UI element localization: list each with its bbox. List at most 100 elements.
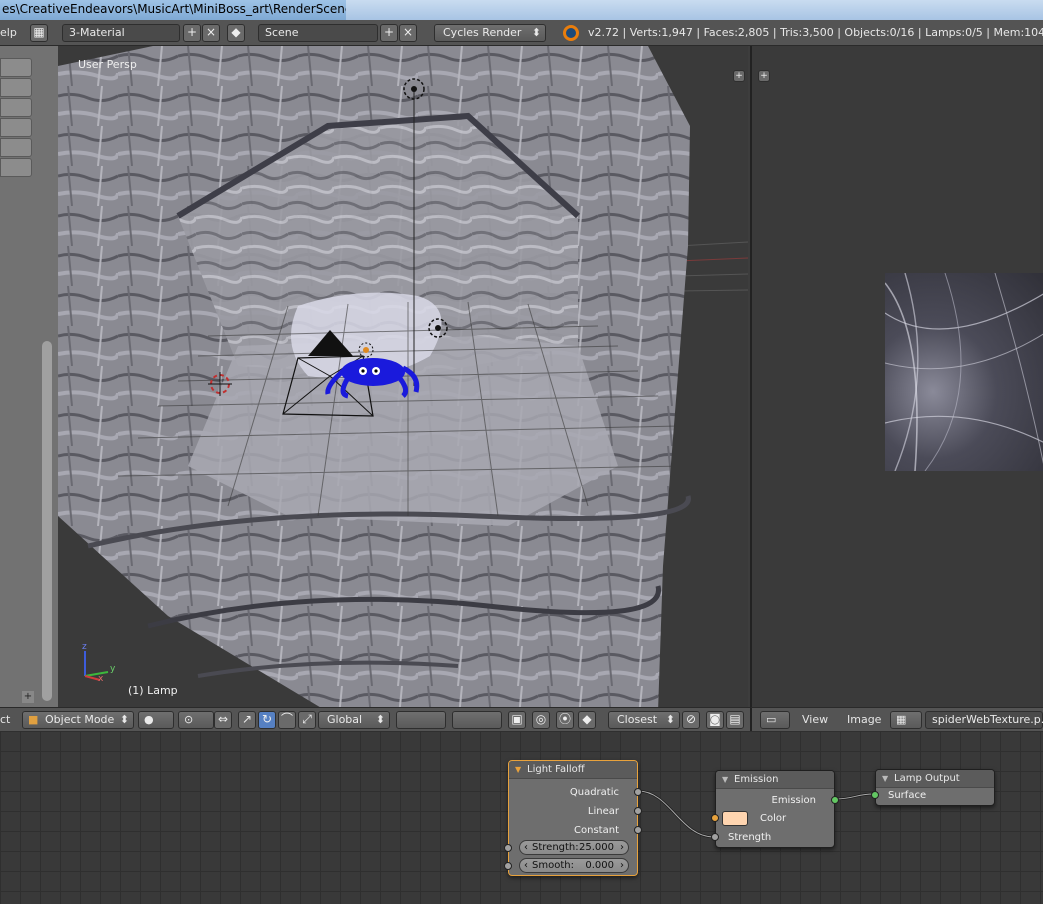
emission-color-swatch[interactable] [722, 811, 748, 826]
window-title: es\CreativeEndeavors\MusicArt\MiniBoss_a… [2, 2, 395, 16]
strength-label: Strength: [532, 842, 579, 853]
editor-type-dropdown[interactable]: ▭ [760, 711, 790, 729]
toolshelf-tab-3[interactable] [0, 98, 32, 117]
snap-element-icon[interactable]: ◆ [578, 711, 596, 729]
image-editor-type-icon: ▭ [766, 713, 777, 726]
orientation-label: Global [327, 713, 363, 726]
image-editor[interactable]: + [750, 46, 1043, 712]
constant-socket[interactable] [634, 826, 642, 834]
manipulator-toggle-icon[interactable]: ⇔ [214, 711, 232, 729]
proportional-edit-icon[interactable]: ◎ [532, 711, 550, 729]
smooth-input-socket[interactable] [504, 862, 512, 870]
remove-screen-icon[interactable]: × [202, 24, 220, 42]
viewport-scene [58, 46, 748, 712]
pivot-dropdown[interactable]: ⊙ [178, 711, 214, 729]
toolshelf-tab-2[interactable] [0, 78, 32, 97]
image-menu[interactable]: Image [847, 713, 881, 726]
image-browse-icon: ▦ [896, 713, 907, 726]
scene-icon[interactable]: ◆ [227, 24, 245, 42]
emission-collapse-icon[interactable]: ▼ [722, 771, 728, 789]
tool-shelf[interactable]: + [0, 46, 58, 712]
surface-input-label: Surface [888, 790, 927, 801]
emission-output-socket[interactable] [831, 796, 839, 804]
render-camera-icon[interactable]: ◙ [706, 711, 724, 729]
snap-align-icon[interactable]: ⊘ [682, 711, 700, 729]
smooth-right-arrow-icon[interactable]: › [620, 859, 624, 872]
smooth-left-arrow-icon[interactable]: ‹ [524, 859, 528, 872]
shading-dropdown[interactable]: ● [138, 711, 174, 729]
strength-slider[interactable]: ‹ Strength: 25.000 › [519, 840, 629, 855]
shading-sphere-icon: ● [144, 713, 154, 726]
output-constant-label: Constant [574, 825, 619, 836]
strength-input-socket[interactable] [504, 844, 512, 852]
emission-node[interactable]: ▼ Emission Emission Color Strength [711, 770, 839, 848]
scale-manipulator-icon[interactable]: ⤢ [298, 711, 316, 729]
help-menu[interactable]: elp [0, 26, 17, 39]
view-menu[interactable]: View [802, 713, 828, 726]
rotate-manipulator-icon[interactable]: ↻ [258, 711, 276, 729]
spider-web-texture-image [885, 273, 1043, 471]
view-perspective-label: User Persp [78, 58, 137, 71]
strength-value: 25.000 [579, 842, 614, 853]
light-falloff-node[interactable]: ▼ Light Falloff Quadratic Linear Constan… [504, 760, 642, 876]
slider-left-arrow-icon[interactable]: ‹ [524, 841, 528, 854]
area-split-icon[interactable]: + [733, 70, 745, 82]
emission-header[interactable]: ▼ Emission [716, 771, 834, 789]
layer-buttons-1[interactable] [396, 711, 446, 729]
collapse-triangle-icon[interactable]: ▼ [515, 761, 521, 779]
snap-target-dropdown[interactable]: Closest ⬍ [608, 711, 680, 729]
mode-dropdown[interactable]: ■ Object Mode ⬍ [22, 711, 134, 729]
image-name-field[interactable]: spiderWebTexture.p... [925, 711, 1043, 729]
mode-label: Object Mode [45, 713, 115, 726]
light-falloff-title: Light Falloff [527, 764, 585, 775]
slider-right-arrow-icon[interactable]: › [620, 841, 624, 854]
lamp-output-header[interactable]: ▼ Lamp Output [876, 770, 994, 788]
remove-scene-icon[interactable]: × [399, 24, 417, 42]
axis-y-label: y [110, 664, 116, 674]
emission-title: Emission [734, 774, 779, 785]
output-linear-label: Linear [587, 806, 619, 817]
select-menu[interactable]: ct [0, 713, 10, 726]
scene-field[interactable]: Scene [258, 24, 378, 42]
render-animation-icon[interactable]: ▤ [726, 711, 744, 729]
browse-image-dropdown[interactable]: ▦ [890, 711, 922, 729]
toolshelf-tab-5[interactable] [0, 138, 32, 157]
lamp-output-title: Lamp Output [894, 773, 960, 784]
mode-arrows-icon: ⬍ [119, 713, 129, 726]
color-input-socket[interactable] [711, 814, 719, 822]
image-editor-split-icon[interactable]: + [758, 70, 770, 82]
smooth-value: 0.000 [585, 860, 614, 871]
quadratic-socket[interactable] [634, 788, 642, 796]
toolshelf-scrollbar[interactable] [42, 341, 52, 701]
toolshelf-tab-1[interactable] [0, 58, 32, 77]
smooth-slider[interactable]: ‹ Smooth: 0.000 › [519, 858, 629, 873]
screen-layout-field[interactable]: 3-Material [62, 24, 180, 42]
surface-input-socket[interactable] [871, 791, 879, 799]
lamp-output-collapse-icon[interactable]: ▼ [882, 770, 888, 788]
toolshelf-tab-6[interactable] [0, 158, 32, 177]
emission-color-label: Color [760, 813, 787, 824]
add-screen-icon[interactable]: + [183, 24, 201, 42]
cube-icon: ■ [28, 713, 39, 726]
linear-socket[interactable] [634, 807, 642, 815]
layer-buttons-2[interactable] [452, 711, 502, 729]
scene-stats: v2.72 | Verts:1,947 | Faces:2,805 | Tris… [588, 26, 1043, 39]
emission-strength-socket[interactable] [711, 833, 719, 841]
snap-target-arrows-icon: ⬍ [665, 713, 675, 726]
render-engine-dropdown[interactable]: Cycles Render ⬍ [434, 24, 546, 42]
toolshelf-tab-4[interactable] [0, 118, 32, 137]
snap-toggle-icon[interactable]: ⦿ [556, 711, 574, 729]
screen-layout-icon[interactable]: ▦ [30, 24, 48, 42]
toolshelf-expand-icon[interactable]: + [22, 691, 34, 703]
3d-viewport[interactable]: User Persp (1) Lamp z y x [58, 46, 748, 712]
lamp-output-node[interactable]: ▼ Lamp Output Surface [871, 769, 995, 806]
orientation-dropdown[interactable]: Global ⬍ [318, 711, 390, 729]
web-strands [885, 273, 1043, 471]
translate-manipulator-icon[interactable]: ↗ [238, 711, 256, 729]
light-falloff-header[interactable]: ▼ Light Falloff [509, 761, 637, 779]
window-title-bar: es\CreativeEndeavors\MusicArt\MiniBoss_a… [0, 0, 1043, 20]
rotate-arc-icon[interactable]: ⌒ [278, 711, 296, 729]
add-scene-icon[interactable]: + [380, 24, 398, 42]
lock-camera-icon[interactable]: ▣ [508, 711, 526, 729]
node-editor[interactable]: ▼ Light Falloff Quadratic Linear Constan… [0, 731, 1043, 904]
